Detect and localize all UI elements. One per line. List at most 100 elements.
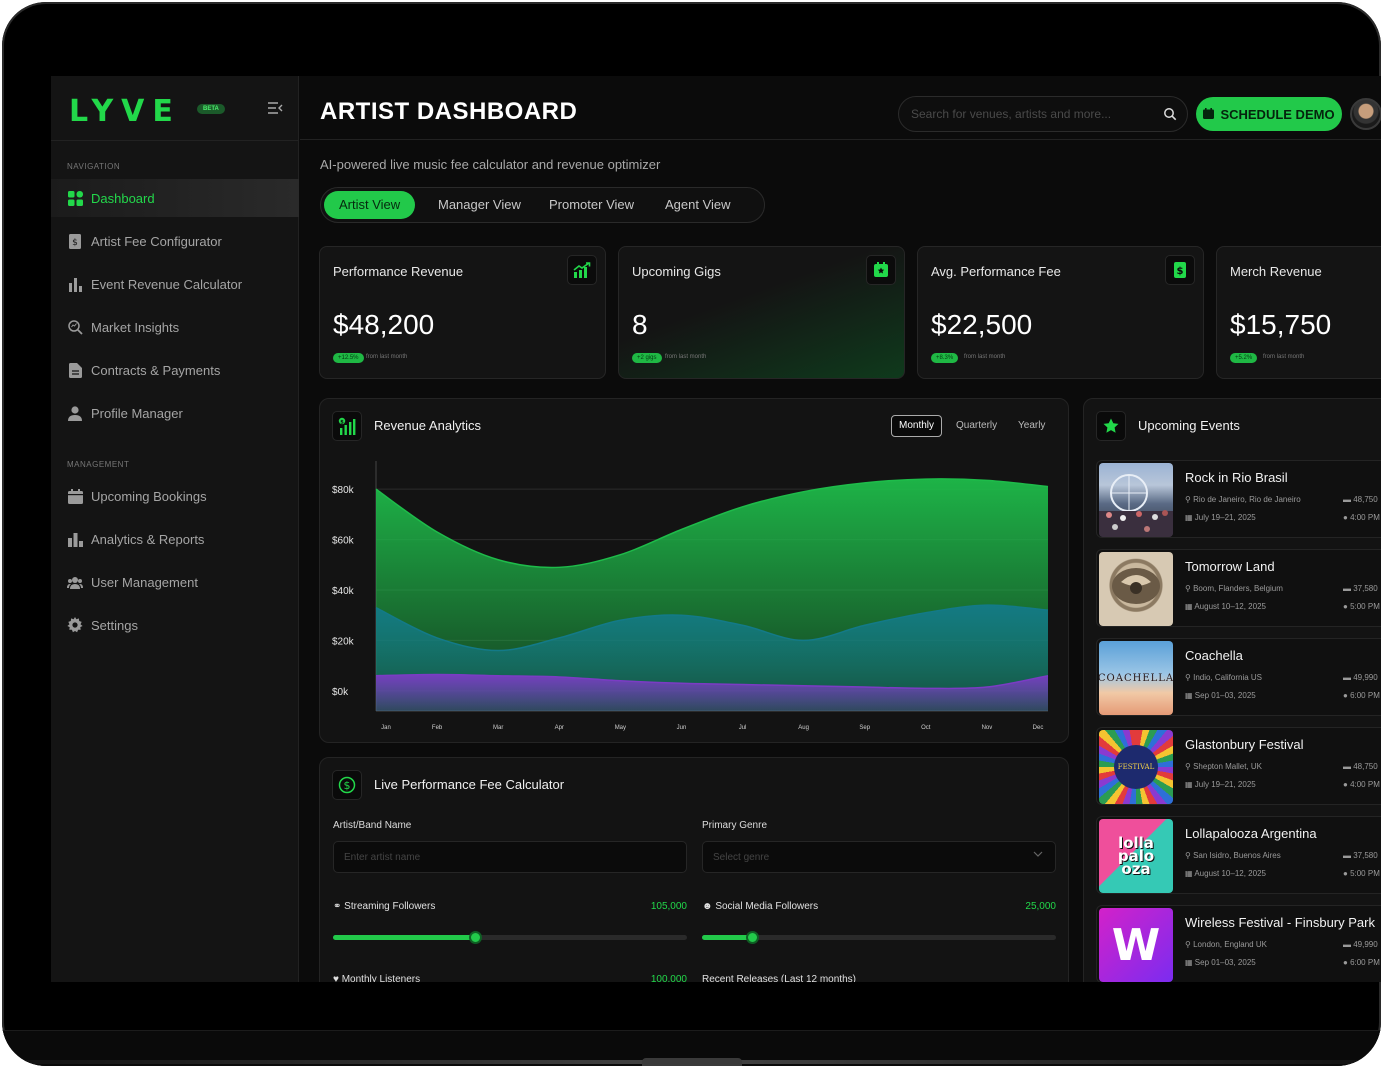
search-input[interactable] [911, 97, 1161, 131]
calendar-icon: ▦ [1185, 869, 1195, 878]
search-icon[interactable] [1163, 107, 1177, 121]
sidebar-item-label: Artist Fee Configurator [91, 233, 222, 249]
slider-fill [702, 935, 752, 940]
x-tick-label: Feb [432, 725, 443, 731]
event-location: ⚲ Boom, Flanders, Belgium [1185, 584, 1283, 593]
event-card-wireless-festival[interactable]: W Wireless Festival - Finsbury Park ⚲ Lo… [1096, 905, 1381, 982]
sidebar-item-profile-manager[interactable]: Profile Manager [51, 394, 299, 432]
x-tick-label: Mar [493, 725, 503, 731]
artist-name-input[interactable] [333, 841, 687, 873]
event-name: Glastonbury Festival [1185, 737, 1304, 752]
event-date: ▦ Sep 01–03, 2025 [1185, 691, 1256, 700]
sidebar-item-label: Profile Manager [91, 405, 183, 421]
avatar[interactable] [1350, 98, 1381, 130]
sidebar-item-market-insights[interactable]: Market Insights [51, 308, 299, 346]
tab-agent-view[interactable]: Agent View [650, 191, 746, 219]
svg-text:$: $ [72, 238, 78, 248]
thumbnail-text: COACHELLA [1099, 672, 1173, 684]
x-tick-label: May [615, 725, 626, 731]
streaming-followers-label: ⚭ Streaming Followers [333, 901, 436, 912]
dollar-circle-icon: $ [332, 770, 362, 800]
panel-title: Revenue Analytics [374, 418, 481, 433]
event-card-coachella[interactable]: COACHELLA Coachella ⚲ Indio, California … [1096, 638, 1381, 716]
sidebar-item-label: Event Revenue Calculator [91, 276, 243, 292]
thumbnail-text: W [1111, 919, 1161, 971]
sidebar-item-user-management[interactable]: User Management [51, 563, 299, 601]
event-card-lollapalooza[interactable]: lolla palo oza Lollapalooza Argentina ⚲ … [1096, 816, 1381, 894]
sidebar-item-label: Contracts & Payments [91, 362, 221, 378]
heart-icon: ♥ [333, 974, 342, 982]
event-card-glastonbury[interactable]: FESTIVAL Glastonbury Festival ⚲ Shepton … [1096, 727, 1381, 805]
search-box [898, 96, 1188, 132]
analytics-icon [67, 531, 83, 547]
period-monthly-button[interactable]: Monthly [891, 415, 943, 437]
thumbnail-text: FESTIVAL [1117, 763, 1155, 771]
tab-manager-view[interactable]: Manager View [423, 191, 536, 219]
sidebar-item-label: Settings [91, 617, 138, 633]
calendar-icon: ▦ [1185, 958, 1195, 967]
kpi-label: Avg. Performance Fee [931, 264, 1061, 279]
ticket-icon: ▬ [1343, 584, 1354, 593]
sidebar-item-event-revenue-calculator[interactable]: Event Revenue Calculator [51, 265, 299, 303]
dollar-icon: $ [1165, 255, 1195, 285]
kpi-label: Merch Revenue [1230, 264, 1322, 279]
primary-genre-label: Primary Genre [702, 820, 768, 831]
sidebar-item-analytics-reports[interactable]: Analytics & Reports [51, 520, 299, 558]
kpi-change-badge: +5.2% [1230, 353, 1258, 363]
event-thumbnail [1099, 552, 1173, 626]
period-quarterly-button[interactable]: Quarterly [948, 415, 1005, 437]
sidebar-item-upcoming-bookings[interactable]: Upcoming Bookings [51, 477, 299, 515]
calendar-icon: ▦ [1185, 691, 1195, 700]
schedule-demo-button[interactable]: SCHEDULE DEMO [1196, 97, 1342, 131]
sidebar-item-contracts-payments[interactable]: Contracts & Payments [51, 351, 299, 389]
event-name: Tomorrow Land [1185, 559, 1275, 574]
kpi-change-badge: +8.3% [931, 353, 959, 363]
slider-thumb[interactable] [468, 931, 482, 944]
clock-icon: ● [1343, 869, 1351, 878]
top-header: ARTIST DASHBOARD SCHEDULE DEMO [300, 76, 1381, 140]
kpi-card-merch-revenue[interactable]: Merch Revenue $15,750 +5.2% from last mo… [1216, 246, 1381, 379]
kpi-card-upcoming-gigs[interactable]: Upcoming Gigs 8 +2 gigs from last month [618, 246, 905, 379]
event-thumbnail: FESTIVAL [1099, 730, 1173, 804]
kpi-note: from last month [665, 354, 707, 360]
kpi-card-avg-performance-fee[interactable]: Avg. Performance Fee $ $22,500 +8.3% fro… [917, 246, 1204, 379]
streaming-followers-slider[interactable] [333, 931, 687, 944]
kpi-note: from last month [366, 354, 408, 360]
kpi-card-performance-revenue[interactable]: Performance Revenue $48,200 +12.5% from … [319, 246, 606, 379]
location-pin-icon: ⚲ [1185, 673, 1194, 682]
artist-name-label: Artist/Band Name [333, 820, 412, 831]
social-followers-slider[interactable] [702, 931, 1056, 944]
kpi-value: $22,500 [931, 309, 1033, 340]
sidebar-item-artist-fee-configurator[interactable]: $ Artist Fee Configurator [51, 222, 299, 260]
event-name: Lollapalooza Argentina [1185, 826, 1317, 841]
location-pin-icon: ⚲ [1185, 851, 1194, 860]
sidebar-item-settings[interactable]: Settings [51, 606, 299, 644]
sidebar-item-label: Market Insights [91, 319, 180, 335]
sidebar-item-label: User Management [91, 574, 198, 590]
primary-genre-select[interactable]: Select genre [702, 841, 1056, 873]
nav-heading: NAVIGATION [67, 162, 121, 171]
revenue-area-chart: $80k $60k $40k $20k $0k Jan Feb Mar Apr May Jun Jul… [332, 461, 1049, 731]
collapse-sidebar-icon[interactable] [267, 101, 285, 115]
recent-releases-label: Recent Releases (Last 12 months) [702, 974, 856, 982]
event-card-rock-in-rio[interactable]: Rock in Rio Brasil ⚲ Rio de Janeiro, Rio… [1096, 460, 1381, 538]
slider-thumb[interactable] [745, 931, 759, 944]
kpi-change-badge: +12.5% [333, 353, 364, 363]
clock-icon: ● [1343, 958, 1351, 967]
kpi-value: $48,200 [333, 309, 435, 340]
sidebar-item-dashboard[interactable]: Dashboard [51, 179, 299, 217]
clock-icon: ● [1343, 691, 1351, 700]
period-yearly-button[interactable]: Yearly [1010, 415, 1053, 437]
upcoming-events-panel: Upcoming Events Rock in Rio Brasil ⚲ Rio… [1083, 398, 1381, 982]
tab-artist-view[interactable]: Artist View [324, 191, 416, 219]
schedule-demo-label: SCHEDULE DEMO [1220, 106, 1335, 122]
tab-promoter-view[interactable]: Promoter View [534, 191, 649, 219]
users-icon [67, 574, 83, 590]
chevron-down-icon [1033, 850, 1043, 861]
dollar-doc-icon: $ [67, 233, 83, 249]
event-card-tomorrow-land[interactable]: Tomorrow Land ⚲ Boom, Flanders, Belgium … [1096, 549, 1381, 627]
y-tick-label: $40k [332, 586, 355, 597]
calendar-icon: ▦ [1185, 513, 1195, 522]
event-capacity: ▬ 48,750 [1343, 762, 1378, 771]
kpi-label: Performance Revenue [333, 264, 464, 279]
